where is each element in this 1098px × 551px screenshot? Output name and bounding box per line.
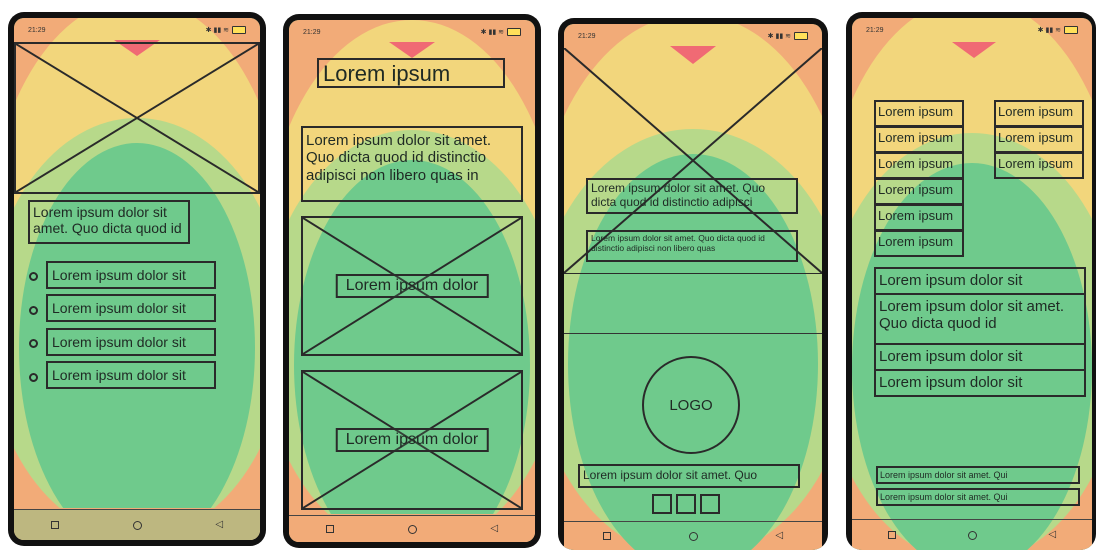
text-box: Lorem ipsum dolor sit amet. Quo dicta qu… bbox=[586, 178, 798, 214]
battery-icon bbox=[232, 26, 246, 34]
tag-item[interactable]: Lorem ipsum bbox=[874, 204, 964, 231]
recents-button[interactable] bbox=[325, 525, 334, 533]
status-time: 21:29 bbox=[28, 26, 46, 34]
bullet-icon bbox=[29, 306, 38, 315]
bullet-icon bbox=[29, 339, 38, 348]
recents-button[interactable] bbox=[50, 521, 59, 529]
pager-square[interactable] bbox=[700, 494, 720, 514]
status-bar: 21:29 ✱ ▮▮ ≋ bbox=[289, 20, 535, 44]
recents-button[interactable] bbox=[602, 532, 611, 540]
status-bar: 21:29 ✱ ▮▮ ≋ bbox=[564, 24, 822, 48]
tag-item[interactable]: Lorem ipsum bbox=[994, 152, 1084, 179]
phone-screen-2: 21:29 ✱ ▮▮ ≋ Lorem ipsum Lorem ipsum dol… bbox=[283, 14, 541, 548]
back-button[interactable]: ◁ bbox=[1048, 530, 1056, 540]
wifi-icon: ✱ ▮▮ ≋ bbox=[480, 29, 504, 36]
paragraph-box: Lorem ipsum dolor sit amet. Quo dicta qu… bbox=[28, 200, 190, 244]
home-button[interactable] bbox=[967, 530, 977, 540]
image-card[interactable]: Lorem ipsum dolor bbox=[301, 370, 523, 510]
content-row[interactable]: Lorem ipsum dolor sit bbox=[874, 267, 1086, 295]
wifi-icon: ✱ ▮▮ ≋ bbox=[1037, 27, 1061, 34]
status-time: 21:29 bbox=[866, 26, 884, 34]
footer-text-box: Lorem ipsum dolor sit amet. Qui bbox=[876, 488, 1080, 506]
bullet-icon bbox=[29, 373, 38, 382]
list-item[interactable]: Lorem ipsum dolor sit bbox=[46, 294, 216, 322]
pager-square[interactable] bbox=[652, 494, 672, 514]
back-button[interactable]: ◁ bbox=[215, 520, 223, 530]
content-row[interactable]: Lorem ipsum dolor sit bbox=[874, 343, 1086, 371]
status-bar: 21:29 ✱ ▮▮ ≋ bbox=[852, 18, 1092, 42]
wifi-icon: ✱ ▮▮ ≋ bbox=[767, 33, 791, 40]
section-divider bbox=[564, 333, 822, 334]
tag-item[interactable]: Lorem ipsum bbox=[874, 126, 964, 153]
card-label: Lorem ipsum dolor bbox=[335, 428, 489, 452]
list-item[interactable]: Lorem ipsum dolor sit bbox=[46, 328, 216, 356]
pager-square[interactable] bbox=[676, 494, 696, 514]
tag-item[interactable]: Lorem ipsum bbox=[874, 100, 964, 127]
logo: LOGO bbox=[642, 356, 740, 454]
battery-icon bbox=[1064, 26, 1078, 34]
battery-icon bbox=[794, 32, 808, 40]
image-placeholder bbox=[14, 42, 260, 194]
tag-item[interactable]: Lorem ipsum bbox=[874, 178, 964, 205]
back-button[interactable]: ◁ bbox=[775, 531, 783, 541]
tag-item[interactable]: Lorem ipsum bbox=[994, 100, 1084, 127]
home-button[interactable] bbox=[132, 520, 142, 530]
battery-icon bbox=[507, 28, 521, 36]
recents-button[interactable] bbox=[887, 531, 896, 539]
phone-screen-3: 21:29 ✱ ▮▮ ≋ Lorem ipsum dolor sit amet.… bbox=[558, 18, 828, 550]
card-label: Lorem ipsum dolor bbox=[335, 274, 489, 298]
back-button[interactable]: ◁ bbox=[490, 524, 498, 534]
status-bar: 21:29 ✱ ▮▮ ≋ bbox=[14, 18, 260, 42]
phone-screen-1: 21:29 ✱ ▮▮ ≋ Lorem ipsum dolor sit amet.… bbox=[8, 12, 266, 546]
phone-screen-4: 21:29 ✱ ▮▮ ≋ Lorem ipsum Lorem ipsum Lor… bbox=[846, 12, 1096, 550]
footer-text-box: Lorem ipsum dolor sit amet. Qui bbox=[876, 466, 1080, 484]
paragraph-box: Lorem ipsum dolor sit amet. Quo dicta qu… bbox=[301, 126, 523, 202]
footer-text-box: Lorem ipsum dolor sit amet. Quo bbox=[578, 464, 800, 488]
android-nav-bar: ◁ bbox=[852, 519, 1092, 550]
content-row[interactable]: Lorem ipsum dolor sit amet. Quo dicta qu… bbox=[874, 293, 1086, 345]
status-time: 21:29 bbox=[578, 32, 596, 40]
android-nav-bar: ◁ bbox=[564, 521, 822, 550]
home-button[interactable] bbox=[688, 531, 698, 541]
bullet-icon bbox=[29, 272, 38, 281]
content-row[interactable]: Lorem ipsum dolor sit bbox=[874, 369, 1086, 397]
home-button[interactable] bbox=[407, 524, 417, 534]
wifi-icon: ✱ ▮▮ ≋ bbox=[205, 27, 229, 34]
list-item[interactable]: Lorem ipsum dolor sit bbox=[46, 361, 216, 389]
list-item[interactable]: Lorem ipsum dolor sit bbox=[46, 261, 216, 289]
tag-item[interactable]: Lorem ipsum bbox=[874, 152, 964, 179]
small-text-box: Lorem ipsum dolor sit amet. Quo dicta qu… bbox=[586, 230, 798, 262]
android-nav-bar: ◁ bbox=[14, 509, 260, 540]
tag-item[interactable]: Lorem ipsum bbox=[874, 230, 964, 257]
tag-item[interactable]: Lorem ipsum bbox=[994, 126, 1084, 153]
page-title: Lorem ipsum bbox=[317, 58, 505, 88]
android-nav-bar: ◁ bbox=[289, 515, 535, 542]
status-time: 21:29 bbox=[303, 28, 321, 36]
image-card[interactable]: Lorem ipsum dolor bbox=[301, 216, 523, 356]
